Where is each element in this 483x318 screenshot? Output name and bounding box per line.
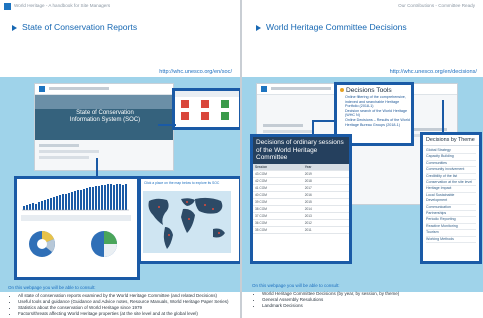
table-row[interactable]: 43 COM 2019 — [253, 170, 349, 178]
site-nav-bar — [49, 87, 109, 90]
right-page-title: World Heritage Committee Decisions — [256, 22, 407, 32]
screenshot-body — [39, 144, 169, 166]
right-running-head-text: Our Contributions - Committee Ready — [398, 3, 475, 8]
table-row[interactable]: 40 COM 2016 — [253, 191, 349, 199]
spreadsheet-icon — [221, 100, 229, 108]
tools-link[interactable]: Online filtering of the comprehensive, i… — [345, 95, 411, 109]
soc-tools-callout — [172, 88, 240, 130]
list-item: Landmark Decisions — [262, 303, 478, 309]
list-item: Factors/threats affecting World Heritage… — [18, 311, 234, 317]
triangle-bullet-icon — [256, 24, 261, 31]
screenshot-header — [35, 84, 173, 95]
hero-landscape — [35, 95, 173, 109]
theme-list: Global Strategy Capacity Building Commun… — [423, 146, 479, 245]
connector-line — [96, 158, 98, 176]
table-row[interactable]: 39 COM 2015 — [253, 198, 349, 206]
table-row[interactable]: 35 COM 2011 — [253, 226, 349, 234]
right-title-text: World Heritage Committee Decisions — [266, 22, 407, 32]
left-consult-intro: On this webpage you will be able to cons… — [8, 285, 96, 290]
pie-chart-thumbnail — [87, 227, 121, 261]
decisions-table-heading: Decisions of ordinary sessions of the Wo… — [253, 137, 349, 164]
pdf-icon — [181, 100, 189, 108]
left-page-title: State of Conservation Reports — [12, 22, 137, 32]
spreadsheet-icon — [221, 112, 229, 120]
handbook-spread: World Heritage - A handbook for Site Man… — [0, 0, 483, 318]
right-page: Our Contributions - Committee Ready Worl… — [242, 0, 483, 318]
donut-chart-thumbnail — [25, 227, 59, 261]
tools-link[interactable]: Decision search of the World Heritage (W… — [345, 109, 411, 118]
site-logo-icon — [261, 86, 267, 92]
tools-link[interactable]: Online Decisions – Results of the World … — [345, 118, 411, 127]
tools-card-heading: Decisions Tools — [337, 85, 411, 95]
left-running-head-text: World Heritage - A handbook for Site Man… — [14, 3, 111, 8]
decisions-by-theme-card: Decisions by Theme Global Strategy Capac… — [420, 132, 482, 264]
donut-chart-graphic — [29, 231, 55, 257]
bulb-icon — [340, 88, 344, 93]
connector-line — [312, 120, 336, 136]
decisions-table: Session Year 43 COM 2019 42 COM 2018 41 CO… — [253, 163, 349, 234]
right-running-head: Our Contributions - Committee Ready — [242, 0, 483, 14]
pdf-icon — [201, 100, 209, 108]
decisions-url-link[interactable]: http://whc.unesco.org/en/decisions/ — [390, 69, 477, 75]
soc-url-link[interactable]: http://whc.unesco.org/en/soc/ — [159, 69, 232, 75]
soc-hero-caption: State of Conservation Information System… — [69, 110, 141, 123]
screenshot-hero: State of Conservation Information System… — [35, 95, 173, 140]
bar-chart-graphic — [22, 184, 129, 211]
world-map[interactable] — [143, 191, 231, 253]
triangle-bullet-icon — [12, 24, 17, 31]
decisions-table-callout: Decisions of ordinary sessions of the Wo… — [250, 134, 352, 264]
world-map-graphic — [148, 197, 225, 249]
site-logo-icon — [39, 86, 45, 92]
site-nav-bar — [271, 87, 331, 90]
table-row[interactable]: 42 COM 2018 — [253, 177, 349, 185]
table-row[interactable]: 38 COM 2014 — [253, 205, 349, 213]
soc-statistics-callout — [14, 176, 140, 280]
soc-website-screenshot: State of Conservation Information System… — [34, 83, 174, 171]
map-caption: Click a place on the map below to explor… — [144, 181, 220, 185]
pdf-icon — [181, 112, 189, 120]
pdf-icon — [201, 112, 209, 120]
unesco-logo-icon — [4, 3, 11, 10]
left-consult-list: On this webpage you will be able to cons… — [8, 285, 234, 317]
table-row[interactable]: 41 COM 2017 — [253, 184, 349, 192]
connector-line — [442, 100, 444, 132]
right-consult-intro: On this webpage you will be able to cons… — [252, 283, 340, 288]
table-row[interactable]: 37 COM 2013 — [253, 212, 349, 220]
connector-line — [158, 124, 176, 126]
left-title-text: State of Conservation Reports — [22, 22, 138, 32]
tools-card-list: Online filtering of the comprehensive, i… — [337, 95, 411, 127]
theme-link[interactable]: Working Methods — [426, 237, 476, 244]
left-running-head: World Heritage - A handbook for Site Man… — [0, 0, 240, 14]
theme-card-heading: Decisions by Theme — [423, 135, 479, 146]
pie-chart-graphic — [91, 231, 117, 257]
bar-chart-thumbnail — [21, 182, 131, 212]
table-row[interactable]: 36 COM 2012 — [253, 219, 349, 227]
theme-link[interactable]: Local Sustainable Development — [426, 193, 476, 205]
left-page: World Heritage - A handbook for Site Man… — [0, 0, 240, 318]
soc-world-map-callout: Click a place on the map below to explor… — [138, 176, 240, 264]
right-consult-list: On this webpage you will be able to cons… — [252, 283, 478, 309]
